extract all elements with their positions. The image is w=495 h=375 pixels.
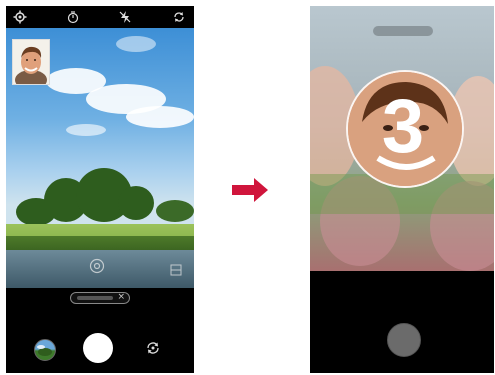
camera-top-bar xyxy=(6,6,194,28)
switch-camera-icon[interactable] xyxy=(172,10,186,24)
mode-icon[interactable] xyxy=(170,261,182,276)
phone-screen-before: × xyxy=(6,6,194,373)
shutter-button[interactable] xyxy=(387,323,421,357)
close-icon[interactable]: × xyxy=(117,290,125,304)
flash-off-icon[interactable] xyxy=(118,10,132,24)
timer-icon[interactable] xyxy=(66,10,80,24)
phone-screen-countdown: 3 xyxy=(310,6,494,373)
status-pill xyxy=(373,26,433,36)
rotate-camera-icon[interactable] xyxy=(145,340,161,356)
countdown-number: 3 xyxy=(381,84,425,169)
countdown-pill[interactable]: × xyxy=(70,292,130,304)
pill-bar xyxy=(77,296,113,300)
arrow-right-icon xyxy=(232,178,268,202)
face-preview-thumbnail xyxy=(12,39,50,85)
settings-icon[interactable] xyxy=(13,10,27,24)
gallery-thumbnail[interactable] xyxy=(34,339,56,361)
lens-icon[interactable] xyxy=(89,258,105,274)
shutter-button[interactable] xyxy=(83,333,113,363)
